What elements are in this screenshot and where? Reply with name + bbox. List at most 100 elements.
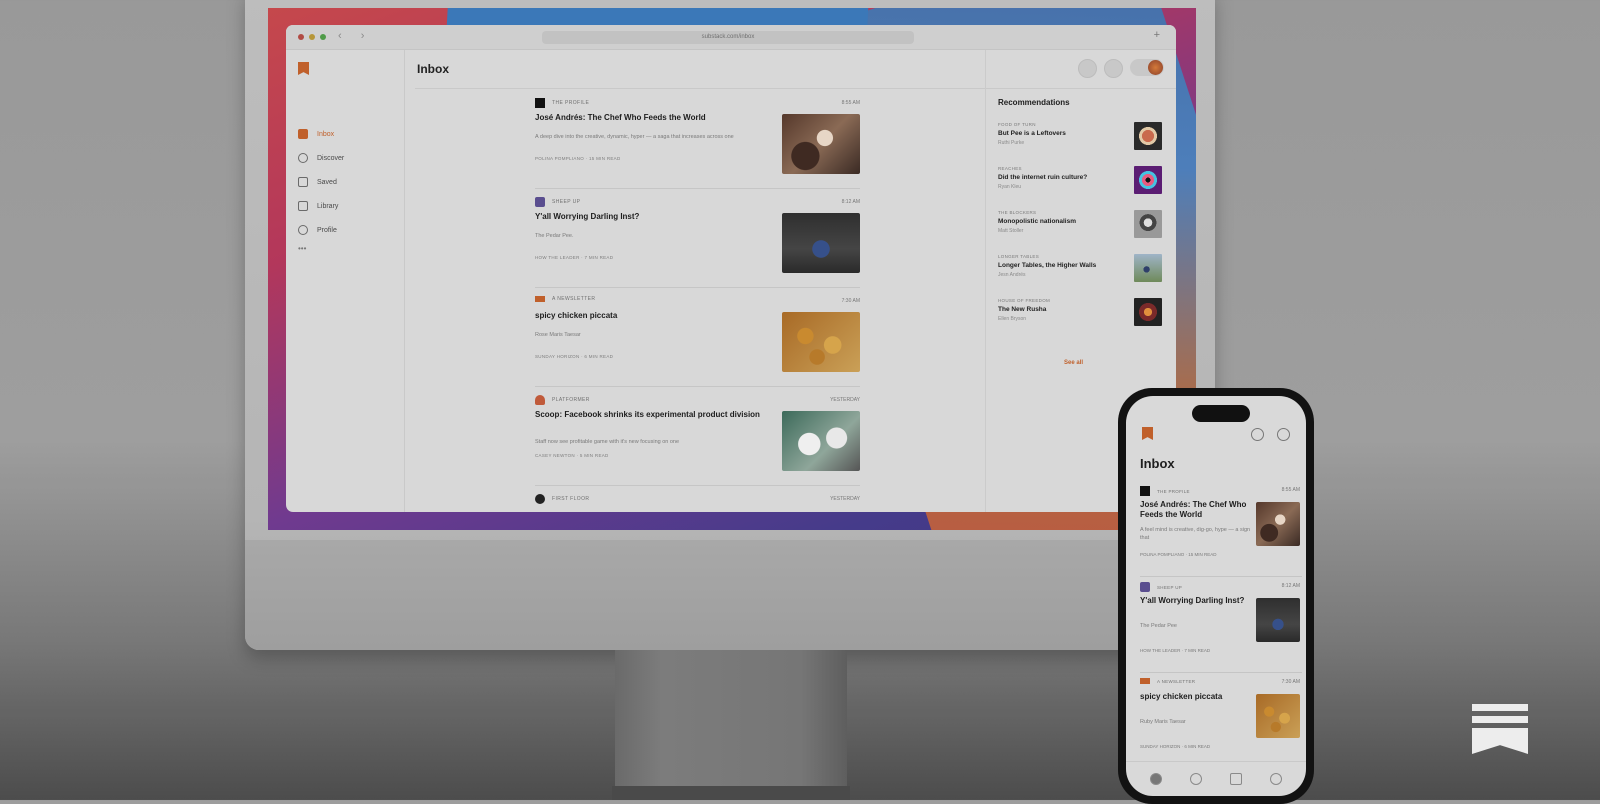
recommendation-item[interactable]: HOUSE OF FREEDOM The New Rusha Ellen Bry… <box>998 298 1162 330</box>
imac-stand-base <box>612 786 850 800</box>
sidebar-item-profile[interactable]: Profile <box>298 218 344 242</box>
recommendation-item[interactable]: LONGER TABLES Longer Tables, the Higher … <box>998 254 1162 286</box>
list-item[interactable]: A NEWSLETTER 7:30 AM spicy chicken picca… <box>535 288 860 387</box>
see-all-link[interactable]: See all <box>1064 360 1083 366</box>
publication-name: SHEEP UP <box>1157 584 1183 590</box>
profile-icon[interactable] <box>1277 428 1290 441</box>
sidebar-item-saved[interactable]: Saved <box>298 170 344 194</box>
brand-flag <box>1472 728 1528 754</box>
sidebar-item-inbox[interactable]: Inbox <box>298 122 344 146</box>
close-window-button[interactable] <box>298 34 304 40</box>
discover-tab-icon[interactable] <box>1190 773 1202 785</box>
post-time: 8:55 AM <box>1281 487 1300 493</box>
publication-icon <box>1140 582 1150 592</box>
publication-icon <box>535 395 545 405</box>
post-time: 7:30 AM <box>841 298 860 304</box>
page-title: Inbox <box>417 62 449 76</box>
minimize-window-button[interactable] <box>309 34 315 40</box>
publication-icon <box>535 494 545 504</box>
post-meta: POLINA POMPLIANO · 15 MIN READ <box>535 156 621 161</box>
post-title[interactable]: spicy chicken piccata <box>535 311 767 320</box>
post-title[interactable]: José Andrés: The Chef Who Feeds the Worl… <box>1140 500 1250 520</box>
list-item[interactable]: SHEEP UP 8:12 AM Y'all Worrying Darling … <box>535 189 860 288</box>
post-subtitle: A deep dive into the creative, dynamic, … <box>535 134 734 140</box>
post-meta: HOW THE LEADER · 7 MIN READ <box>535 255 614 260</box>
dynamic-island <box>1192 405 1250 422</box>
post-thumbnail[interactable] <box>1256 598 1300 642</box>
post-time: YESTERDAY <box>830 397 860 403</box>
browser-nav-arrows[interactable]: ‹ › <box>338 30 372 42</box>
publication-name: FIRST FLOOR <box>552 496 590 502</box>
sidebar-item-discover[interactable]: Discover <box>298 146 344 170</box>
window-controls <box>298 34 326 40</box>
post-time: YESTERDAY <box>830 496 860 502</box>
saved-tab-icon[interactable] <box>1230 773 1242 785</box>
post-meta: CASEY NEWTON · 5 MIN READ <box>535 453 609 458</box>
more-icon[interactable]: ••• <box>298 244 344 253</box>
substack-app: Inbox Discover Saved Library Profile •••… <box>286 50 1176 512</box>
sidebar-item-label: Discover <box>317 154 345 162</box>
list-item[interactable]: PLATFORMER YESTERDAY Scoop: Facebook shr… <box>535 387 860 486</box>
post-title[interactable]: Scoop: Facebook shrinks its experimental… <box>535 410 767 419</box>
post-publication: A NEWSLETTER <box>1140 678 1195 684</box>
recommendation-thumbnail[interactable] <box>1134 166 1162 194</box>
post-subtitle: Ruby Maris Taesar <box>1140 719 1186 725</box>
phone-page-title: Inbox <box>1140 456 1175 471</box>
publication-name: THE PROFILE <box>552 100 590 106</box>
publication-icon <box>535 197 545 207</box>
post-thumbnail[interactable] <box>782 312 860 372</box>
inbox-tab-icon[interactable] <box>1150 773 1162 785</box>
sidebar-item-label: Saved <box>317 178 337 186</box>
sidebar-nav: Inbox Discover Saved Library Profile ••• <box>298 122 344 253</box>
publication-icon <box>1140 486 1150 496</box>
post-thumbnail[interactable] <box>782 114 860 174</box>
list-item[interactable]: FIRST FLOOR YESTERDAY <box>535 486 860 512</box>
imac-stand <box>615 650 847 795</box>
post-thumbnail[interactable] <box>1256 502 1300 546</box>
list-item[interactable]: SHEEP UP 8:12 AM Y'all Worrying Darling … <box>1140 576 1302 673</box>
person-icon <box>298 225 308 235</box>
publication-icon <box>535 296 545 302</box>
maximize-window-button[interactable] <box>320 34 326 40</box>
post-thumbnail[interactable] <box>1256 694 1300 738</box>
post-time: 8:55 AM <box>841 100 860 106</box>
recommendation-item[interactable]: THE BLOCKERS Monopolistic nationalism Ma… <box>998 210 1162 242</box>
notifications-icon[interactable] <box>1251 428 1264 441</box>
publication-name: A NEWSLETTER <box>1157 678 1196 684</box>
recommendation-thumbnail[interactable] <box>1134 254 1162 282</box>
sidebar-item-library[interactable]: Library <box>298 194 344 218</box>
post-subtitle: The Pedar Pee <box>1140 623 1177 629</box>
post-publication: THE PROFILE <box>535 98 589 108</box>
post-title[interactable]: Y'all Worrying Darling Inst? <box>535 212 767 221</box>
post-thumbnail[interactable] <box>782 411 860 471</box>
post-meta: SUNDAY HORIZON · 6 MIN READ <box>535 354 614 359</box>
post-meta: HOW THE LEADER · 7 MIN READ <box>1140 648 1211 653</box>
substack-logo-icon[interactable] <box>298 62 309 75</box>
new-tab-button[interactable]: + <box>1154 29 1160 41</box>
inbox-icon <box>298 129 308 139</box>
recommendation-item[interactable]: FOOD OF TURN But Pee is a Leftovers Ruth… <box>998 122 1162 154</box>
list-item[interactable]: THE PROFILE 8:55 AM José Andrés: The Che… <box>1140 480 1302 577</box>
recommendation-thumbnail[interactable] <box>1134 210 1162 238</box>
post-thumbnail[interactable] <box>782 213 860 273</box>
list-item[interactable]: THE PROFILE 8:55 AM José Andrés: The Che… <box>535 90 860 189</box>
profile-tab-icon[interactable] <box>1270 773 1282 785</box>
post-title[interactable]: spicy chicken piccata <box>1140 692 1250 702</box>
publication-name: SHEEP UP <box>552 199 581 205</box>
brand-bar <box>1472 704 1528 711</box>
post-title[interactable]: José Andrés: The Chef Who Feeds the Worl… <box>535 113 767 122</box>
recommendation-item[interactable]: REACHES Did the internet ruin culture? R… <box>998 166 1162 198</box>
substack-logo-icon[interactable] <box>1142 427 1153 440</box>
post-publication: THE PROFILE <box>1140 486 1190 496</box>
list-item[interactable]: A NEWSLETTER 7:30 AM spicy chicken picca… <box>1140 672 1302 768</box>
sidebar: Inbox Discover Saved Library Profile ••• <box>286 50 405 512</box>
post-meta: SUNDAY HORIZON · 6 MIN READ <box>1140 744 1211 749</box>
post-subtitle: Staff now see profitable game with it's … <box>535 439 680 445</box>
address-bar[interactable]: substack.com/inbox <box>542 31 914 44</box>
recommendation-thumbnail[interactable] <box>1134 298 1162 326</box>
browser-titlebar: ‹ › substack.com/inbox + <box>286 25 1176 50</box>
sidebar-item-label: Library <box>317 202 339 210</box>
imac-chin <box>245 540 1215 650</box>
recommendation-thumbnail[interactable] <box>1134 122 1162 150</box>
post-title[interactable]: Y'all Worrying Darling Inst? <box>1140 596 1250 606</box>
